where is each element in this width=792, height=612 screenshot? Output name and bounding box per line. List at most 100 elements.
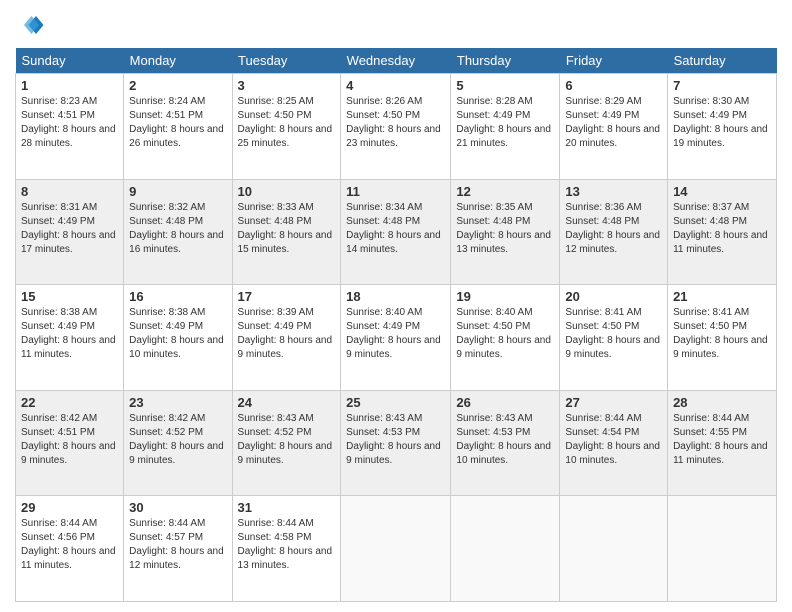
calendar-cell: 11 Sunrise: 8:34 AMSunset: 4:48 PMDaylig… <box>341 179 451 285</box>
calendar-cell: 31 Sunrise: 8:44 AMSunset: 4:58 PMDaylig… <box>232 496 341 602</box>
day-info: Sunrise: 8:38 AMSunset: 4:49 PMDaylight:… <box>129 306 226 362</box>
calendar-week-4: 22 Sunrise: 8:42 AMSunset: 4:51 PMDaylig… <box>16 390 777 496</box>
day-number: 13 <box>565 184 662 199</box>
day-number: 11 <box>346 184 445 199</box>
day-info: Sunrise: 8:40 AMSunset: 4:50 PMDaylight:… <box>456 306 554 362</box>
calendar-cell: 6 Sunrise: 8:29 AMSunset: 4:49 PMDayligh… <box>560 74 668 180</box>
calendar-header-thursday: Thursday <box>451 48 560 74</box>
day-number: 20 <box>565 289 662 304</box>
day-number: 12 <box>456 184 554 199</box>
day-info: Sunrise: 8:34 AMSunset: 4:48 PMDaylight:… <box>346 201 445 257</box>
day-info: Sunrise: 8:43 AMSunset: 4:52 PMDaylight:… <box>238 412 336 468</box>
calendar-header-friday: Friday <box>560 48 668 74</box>
calendar-week-5: 29 Sunrise: 8:44 AMSunset: 4:56 PMDaylig… <box>16 496 777 602</box>
calendar-cell: 10 Sunrise: 8:33 AMSunset: 4:48 PMDaylig… <box>232 179 341 285</box>
day-info: Sunrise: 8:24 AMSunset: 4:51 PMDaylight:… <box>129 95 226 151</box>
day-number: 5 <box>456 78 554 93</box>
day-number: 25 <box>346 395 445 410</box>
calendar-cell: 12 Sunrise: 8:35 AMSunset: 4:48 PMDaylig… <box>451 179 560 285</box>
day-info: Sunrise: 8:44 AMSunset: 4:54 PMDaylight:… <box>565 412 662 468</box>
calendar-cell: 20 Sunrise: 8:41 AMSunset: 4:50 PMDaylig… <box>560 285 668 391</box>
day-info: Sunrise: 8:33 AMSunset: 4:48 PMDaylight:… <box>238 201 336 257</box>
day-number: 23 <box>129 395 226 410</box>
calendar-header-row: SundayMondayTuesdayWednesdayThursdayFrid… <box>16 48 777 74</box>
day-number: 29 <box>21 500 118 515</box>
day-number: 8 <box>21 184 118 199</box>
day-number: 1 <box>21 78 118 93</box>
calendar-cell: 21 Sunrise: 8:41 AMSunset: 4:50 PMDaylig… <box>668 285 777 391</box>
calendar-cell: 17 Sunrise: 8:39 AMSunset: 4:49 PMDaylig… <box>232 285 341 391</box>
calendar-cell: 3 Sunrise: 8:25 AMSunset: 4:50 PMDayligh… <box>232 74 341 180</box>
day-number: 9 <box>129 184 226 199</box>
logo-icon <box>15 10 45 40</box>
calendar-header-wednesday: Wednesday <box>341 48 451 74</box>
calendar-cell: 8 Sunrise: 8:31 AMSunset: 4:49 PMDayligh… <box>16 179 124 285</box>
day-number: 15 <box>21 289 118 304</box>
calendar-cell: 29 Sunrise: 8:44 AMSunset: 4:56 PMDaylig… <box>16 496 124 602</box>
day-number: 3 <box>238 78 336 93</box>
calendar-cell <box>668 496 777 602</box>
calendar-cell: 16 Sunrise: 8:38 AMSunset: 4:49 PMDaylig… <box>124 285 232 391</box>
day-number: 16 <box>129 289 226 304</box>
calendar-cell: 27 Sunrise: 8:44 AMSunset: 4:54 PMDaylig… <box>560 390 668 496</box>
day-info: Sunrise: 8:44 AMSunset: 4:58 PMDaylight:… <box>238 517 336 573</box>
calendar-cell: 15 Sunrise: 8:38 AMSunset: 4:49 PMDaylig… <box>16 285 124 391</box>
calendar-cell: 18 Sunrise: 8:40 AMSunset: 4:49 PMDaylig… <box>341 285 451 391</box>
day-number: 24 <box>238 395 336 410</box>
day-number: 18 <box>346 289 445 304</box>
day-number: 30 <box>129 500 226 515</box>
calendar-cell: 9 Sunrise: 8:32 AMSunset: 4:48 PMDayligh… <box>124 179 232 285</box>
day-number: 7 <box>673 78 771 93</box>
calendar-cell: 23 Sunrise: 8:42 AMSunset: 4:52 PMDaylig… <box>124 390 232 496</box>
day-number: 31 <box>238 500 336 515</box>
calendar-header-tuesday: Tuesday <box>232 48 341 74</box>
day-info: Sunrise: 8:29 AMSunset: 4:49 PMDaylight:… <box>565 95 662 151</box>
day-info: Sunrise: 8:31 AMSunset: 4:49 PMDaylight:… <box>21 201 118 257</box>
day-info: Sunrise: 8:32 AMSunset: 4:48 PMDaylight:… <box>129 201 226 257</box>
day-info: Sunrise: 8:42 AMSunset: 4:52 PMDaylight:… <box>129 412 226 468</box>
calendar-cell <box>341 496 451 602</box>
calendar-week-3: 15 Sunrise: 8:38 AMSunset: 4:49 PMDaylig… <box>16 285 777 391</box>
calendar-cell <box>560 496 668 602</box>
calendar-cell: 24 Sunrise: 8:43 AMSunset: 4:52 PMDaylig… <box>232 390 341 496</box>
calendar-cell: 2 Sunrise: 8:24 AMSunset: 4:51 PMDayligh… <box>124 74 232 180</box>
page: SundayMondayTuesdayWednesdayThursdayFrid… <box>0 0 792 612</box>
day-number: 28 <box>673 395 771 410</box>
day-number: 17 <box>238 289 336 304</box>
calendar-cell: 4 Sunrise: 8:26 AMSunset: 4:50 PMDayligh… <box>341 74 451 180</box>
day-info: Sunrise: 8:43 AMSunset: 4:53 PMDaylight:… <box>456 412 554 468</box>
calendar-cell: 1 Sunrise: 8:23 AMSunset: 4:51 PMDayligh… <box>16 74 124 180</box>
calendar-table: SundayMondayTuesdayWednesdayThursdayFrid… <box>15 48 777 602</box>
day-number: 27 <box>565 395 662 410</box>
calendar-header-monday: Monday <box>124 48 232 74</box>
day-number: 26 <box>456 395 554 410</box>
day-number: 2 <box>129 78 226 93</box>
calendar-cell: 19 Sunrise: 8:40 AMSunset: 4:50 PMDaylig… <box>451 285 560 391</box>
day-number: 22 <box>21 395 118 410</box>
day-number: 14 <box>673 184 771 199</box>
day-info: Sunrise: 8:28 AMSunset: 4:49 PMDaylight:… <box>456 95 554 151</box>
day-info: Sunrise: 8:44 AMSunset: 4:56 PMDaylight:… <box>21 517 118 573</box>
calendar-cell: 22 Sunrise: 8:42 AMSunset: 4:51 PMDaylig… <box>16 390 124 496</box>
day-info: Sunrise: 8:39 AMSunset: 4:49 PMDaylight:… <box>238 306 336 362</box>
day-info: Sunrise: 8:41 AMSunset: 4:50 PMDaylight:… <box>673 306 771 362</box>
day-info: Sunrise: 8:41 AMSunset: 4:50 PMDaylight:… <box>565 306 662 362</box>
header <box>15 10 777 40</box>
logo <box>15 10 50 40</box>
day-info: Sunrise: 8:37 AMSunset: 4:48 PMDaylight:… <box>673 201 771 257</box>
calendar-cell: 30 Sunrise: 8:44 AMSunset: 4:57 PMDaylig… <box>124 496 232 602</box>
calendar-cell: 7 Sunrise: 8:30 AMSunset: 4:49 PMDayligh… <box>668 74 777 180</box>
day-info: Sunrise: 8:26 AMSunset: 4:50 PMDaylight:… <box>346 95 445 151</box>
calendar-header-sunday: Sunday <box>16 48 124 74</box>
calendar-cell <box>451 496 560 602</box>
day-number: 21 <box>673 289 771 304</box>
day-info: Sunrise: 8:40 AMSunset: 4:49 PMDaylight:… <box>346 306 445 362</box>
day-number: 6 <box>565 78 662 93</box>
calendar-cell: 5 Sunrise: 8:28 AMSunset: 4:49 PMDayligh… <box>451 74 560 180</box>
calendar-cell: 13 Sunrise: 8:36 AMSunset: 4:48 PMDaylig… <box>560 179 668 285</box>
calendar-cell: 26 Sunrise: 8:43 AMSunset: 4:53 PMDaylig… <box>451 390 560 496</box>
calendar-week-2: 8 Sunrise: 8:31 AMSunset: 4:49 PMDayligh… <box>16 179 777 285</box>
calendar-header-saturday: Saturday <box>668 48 777 74</box>
day-info: Sunrise: 8:44 AMSunset: 4:57 PMDaylight:… <box>129 517 226 573</box>
day-info: Sunrise: 8:36 AMSunset: 4:48 PMDaylight:… <box>565 201 662 257</box>
